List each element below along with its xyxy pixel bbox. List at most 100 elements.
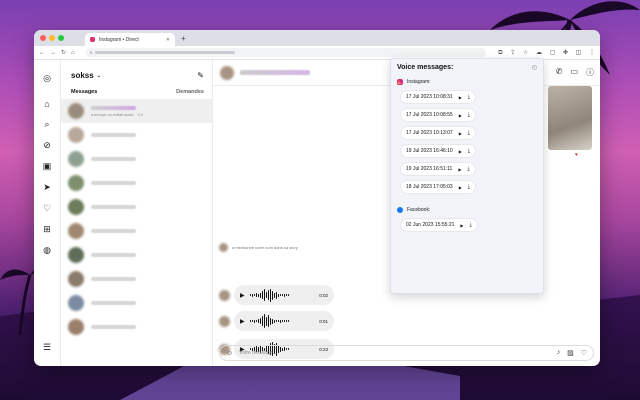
voice-entry[interactable]: 17 Jul 2023 10:13:07 ▶ ⤓ — [401, 127, 476, 139]
waveform-bar — [287, 320, 289, 322]
story-mention: a mentionné votre nom dans sa story — [219, 243, 298, 252]
search-icon[interactable]: ⌕ — [44, 114, 49, 135]
threads-icon[interactable]: ◍ — [43, 240, 51, 261]
reload-button[interactable]: ↻ — [61, 49, 66, 56]
voice-entry[interactable]: 19 Jul 2023 16:46:10 ▶ ⤓ — [401, 145, 476, 157]
conversation-row[interactable] — [61, 243, 212, 267]
waveform-bar — [261, 291, 263, 299]
waveform-bar — [283, 293, 285, 297]
emoji-icon[interactable]: ☺ — [226, 350, 233, 357]
back-button[interactable]: ← — [39, 50, 45, 56]
contact-name-blurred — [91, 105, 136, 110]
share-icon[interactable]: ⇪ — [510, 50, 515, 56]
conversation-row[interactable] — [61, 123, 212, 147]
home-button[interactable]: ⌂ — [71, 50, 75, 56]
reels-icon[interactable]: ▣ — [43, 156, 52, 177]
play-icon[interactable]: ▶ — [459, 185, 462, 190]
play-icon[interactable]: ▶ — [459, 95, 462, 100]
nav-rail: ◎ ⌂ ⌕ ⊘ ▣ ➤ ♡ ⊞ ◍ ☰ — [34, 60, 61, 366]
voice-entry[interactable]: 02 Jun 2023 15:55:21 ▶ ⤓ — [401, 219, 477, 231]
contact-name-blurred — [91, 181, 136, 185]
heart-icon[interactable]: ♡ — [581, 349, 587, 357]
play-icon[interactable]: ▶ — [459, 113, 462, 118]
address-bar[interactable]: ● — [85, 48, 487, 57]
conversation-row[interactable] — [61, 291, 212, 315]
create-icon[interactable]: ⊞ — [43, 219, 51, 240]
maximize-window-button[interactable] — [58, 35, 64, 41]
download-icon[interactable]: ⤓ — [468, 148, 470, 154]
voice-bubble: ▶ 0:02 — [234, 285, 334, 305]
site-info-icon[interactable]: ● — [90, 50, 93, 55]
play-icon[interactable]: ▶ — [240, 292, 245, 299]
facebook-label: Facebook: — [407, 207, 431, 213]
video-icon[interactable]: ▭ — [570, 67, 578, 78]
contact-name-blurred — [91, 301, 136, 305]
bookmark-star-icon[interactable]: ☆ — [523, 50, 528, 56]
shared-photo[interactable] — [548, 86, 592, 150]
image-icon[interactable]: ▨ — [567, 349, 574, 357]
contact-name-blurred — [91, 157, 136, 161]
extensions-puzzle-icon[interactable]: ✤ — [563, 50, 568, 56]
play-icon[interactable]: ▶ — [240, 318, 245, 325]
download-icon[interactable]: ⤓ — [469, 222, 471, 228]
home-icon[interactable]: ⌂ — [44, 93, 49, 114]
menu-icon[interactable]: ☰ — [43, 337, 51, 358]
conversation-row[interactable] — [61, 219, 212, 243]
browser-menu-icon[interactable]: ⋮ — [589, 50, 595, 56]
sidebar-toggle-icon[interactable]: ◫ — [576, 50, 582, 56]
account-switcher[interactable]: sokss ⌄ ✎ — [61, 60, 212, 80]
voice-entry[interactable]: 18 Jul 2023 17:05:03 ▶ ⤓ — [401, 181, 476, 193]
extension-cloud-icon[interactable]: ☁ — [536, 50, 542, 56]
waveform[interactable] — [249, 288, 316, 302]
conversation-row[interactable] — [61, 147, 212, 171]
play-icon[interactable]: ▶ — [460, 223, 463, 228]
new-tab-button[interactable]: + — [181, 34, 186, 43]
download-icon[interactable]: ⤓ — [468, 112, 470, 118]
composer-placeholder[interactable]: Votre message... — [239, 350, 277, 356]
conversation-row-selected[interactable]: a envoyé un extrait audio. · 2 h — [61, 99, 212, 123]
close-window-button[interactable] — [40, 35, 46, 41]
play-icon[interactable]: ▶ — [459, 131, 462, 136]
conversation-row[interactable] — [61, 315, 212, 339]
voice-timestamp: 19 Jul 2023 16:51:11 — [406, 166, 453, 172]
minimize-window-button[interactable] — [49, 35, 55, 41]
avatar — [68, 175, 84, 191]
download-icon[interactable]: ⤓ — [468, 94, 470, 100]
message-composer[interactable]: ☺ Votre message... ♪ ▨ ♡ — [219, 345, 594, 361]
new-message-icon[interactable]: ✎ — [197, 71, 204, 80]
download-icon[interactable]: ⤓ — [468, 130, 470, 136]
conversation-row[interactable] — [61, 171, 212, 195]
play-icon[interactable]: ▶ — [458, 167, 461, 172]
heart-icon[interactable]: ♡ — [43, 198, 51, 219]
play-icon[interactable]: ▶ — [459, 149, 462, 154]
waveform[interactable] — [249, 314, 316, 328]
voice-entry[interactable]: 17 Jul 2023 10:08:31 ▶ ⤓ — [401, 91, 476, 103]
download-icon[interactable]: ⤓ — [467, 166, 469, 172]
requests-label[interactable]: Demandes — [176, 89, 204, 95]
forward-button[interactable]: → — [50, 50, 56, 56]
messages-icon[interactable]: ➤ — [43, 177, 51, 198]
phone-icon[interactable]: ✆ — [556, 67, 563, 78]
conversation-row[interactable] — [61, 267, 212, 291]
story-mention-text: a mentionné votre nom dans sa story — [232, 245, 298, 250]
browser-tab[interactable]: Instagram • Direct ✕ — [85, 33, 175, 46]
voice-timestamp: 17 Jul 2023 10:13:07 — [406, 130, 453, 136]
microphone-icon[interactable]: ♪ — [557, 349, 561, 357]
voice-entry[interactable]: 19 Jul 2023 16:51:11 ▶ ⤓ — [401, 163, 475, 175]
download-icon[interactable]: ⤓ — [468, 184, 470, 190]
info-icon[interactable]: ⓘ — [586, 67, 594, 78]
voice-entry[interactable]: 17 Jul 2023 10:08:55 ▶ ⤓ — [401, 109, 476, 121]
history-icon[interactable]: ◴ — [532, 64, 537, 71]
messages-label[interactable]: Messages — [71, 89, 97, 95]
close-tab-icon[interactable]: ✕ — [166, 37, 170, 43]
explore-icon[interactable]: ⊘ — [43, 135, 51, 156]
conversation-row[interactable] — [61, 195, 212, 219]
install-icon[interactable]: ⧉ — [498, 50, 502, 56]
instagram-favicon-icon — [90, 37, 95, 42]
waveform-bar — [271, 290, 273, 300]
waveform-bar — [275, 320, 277, 322]
instagram-icon[interactable]: ◎ — [43, 68, 51, 89]
avatar[interactable] — [220, 65, 234, 80]
voice-extension-icon[interactable]: ▢ — [550, 50, 556, 56]
contact-name-blurred[interactable] — [240, 70, 310, 75]
